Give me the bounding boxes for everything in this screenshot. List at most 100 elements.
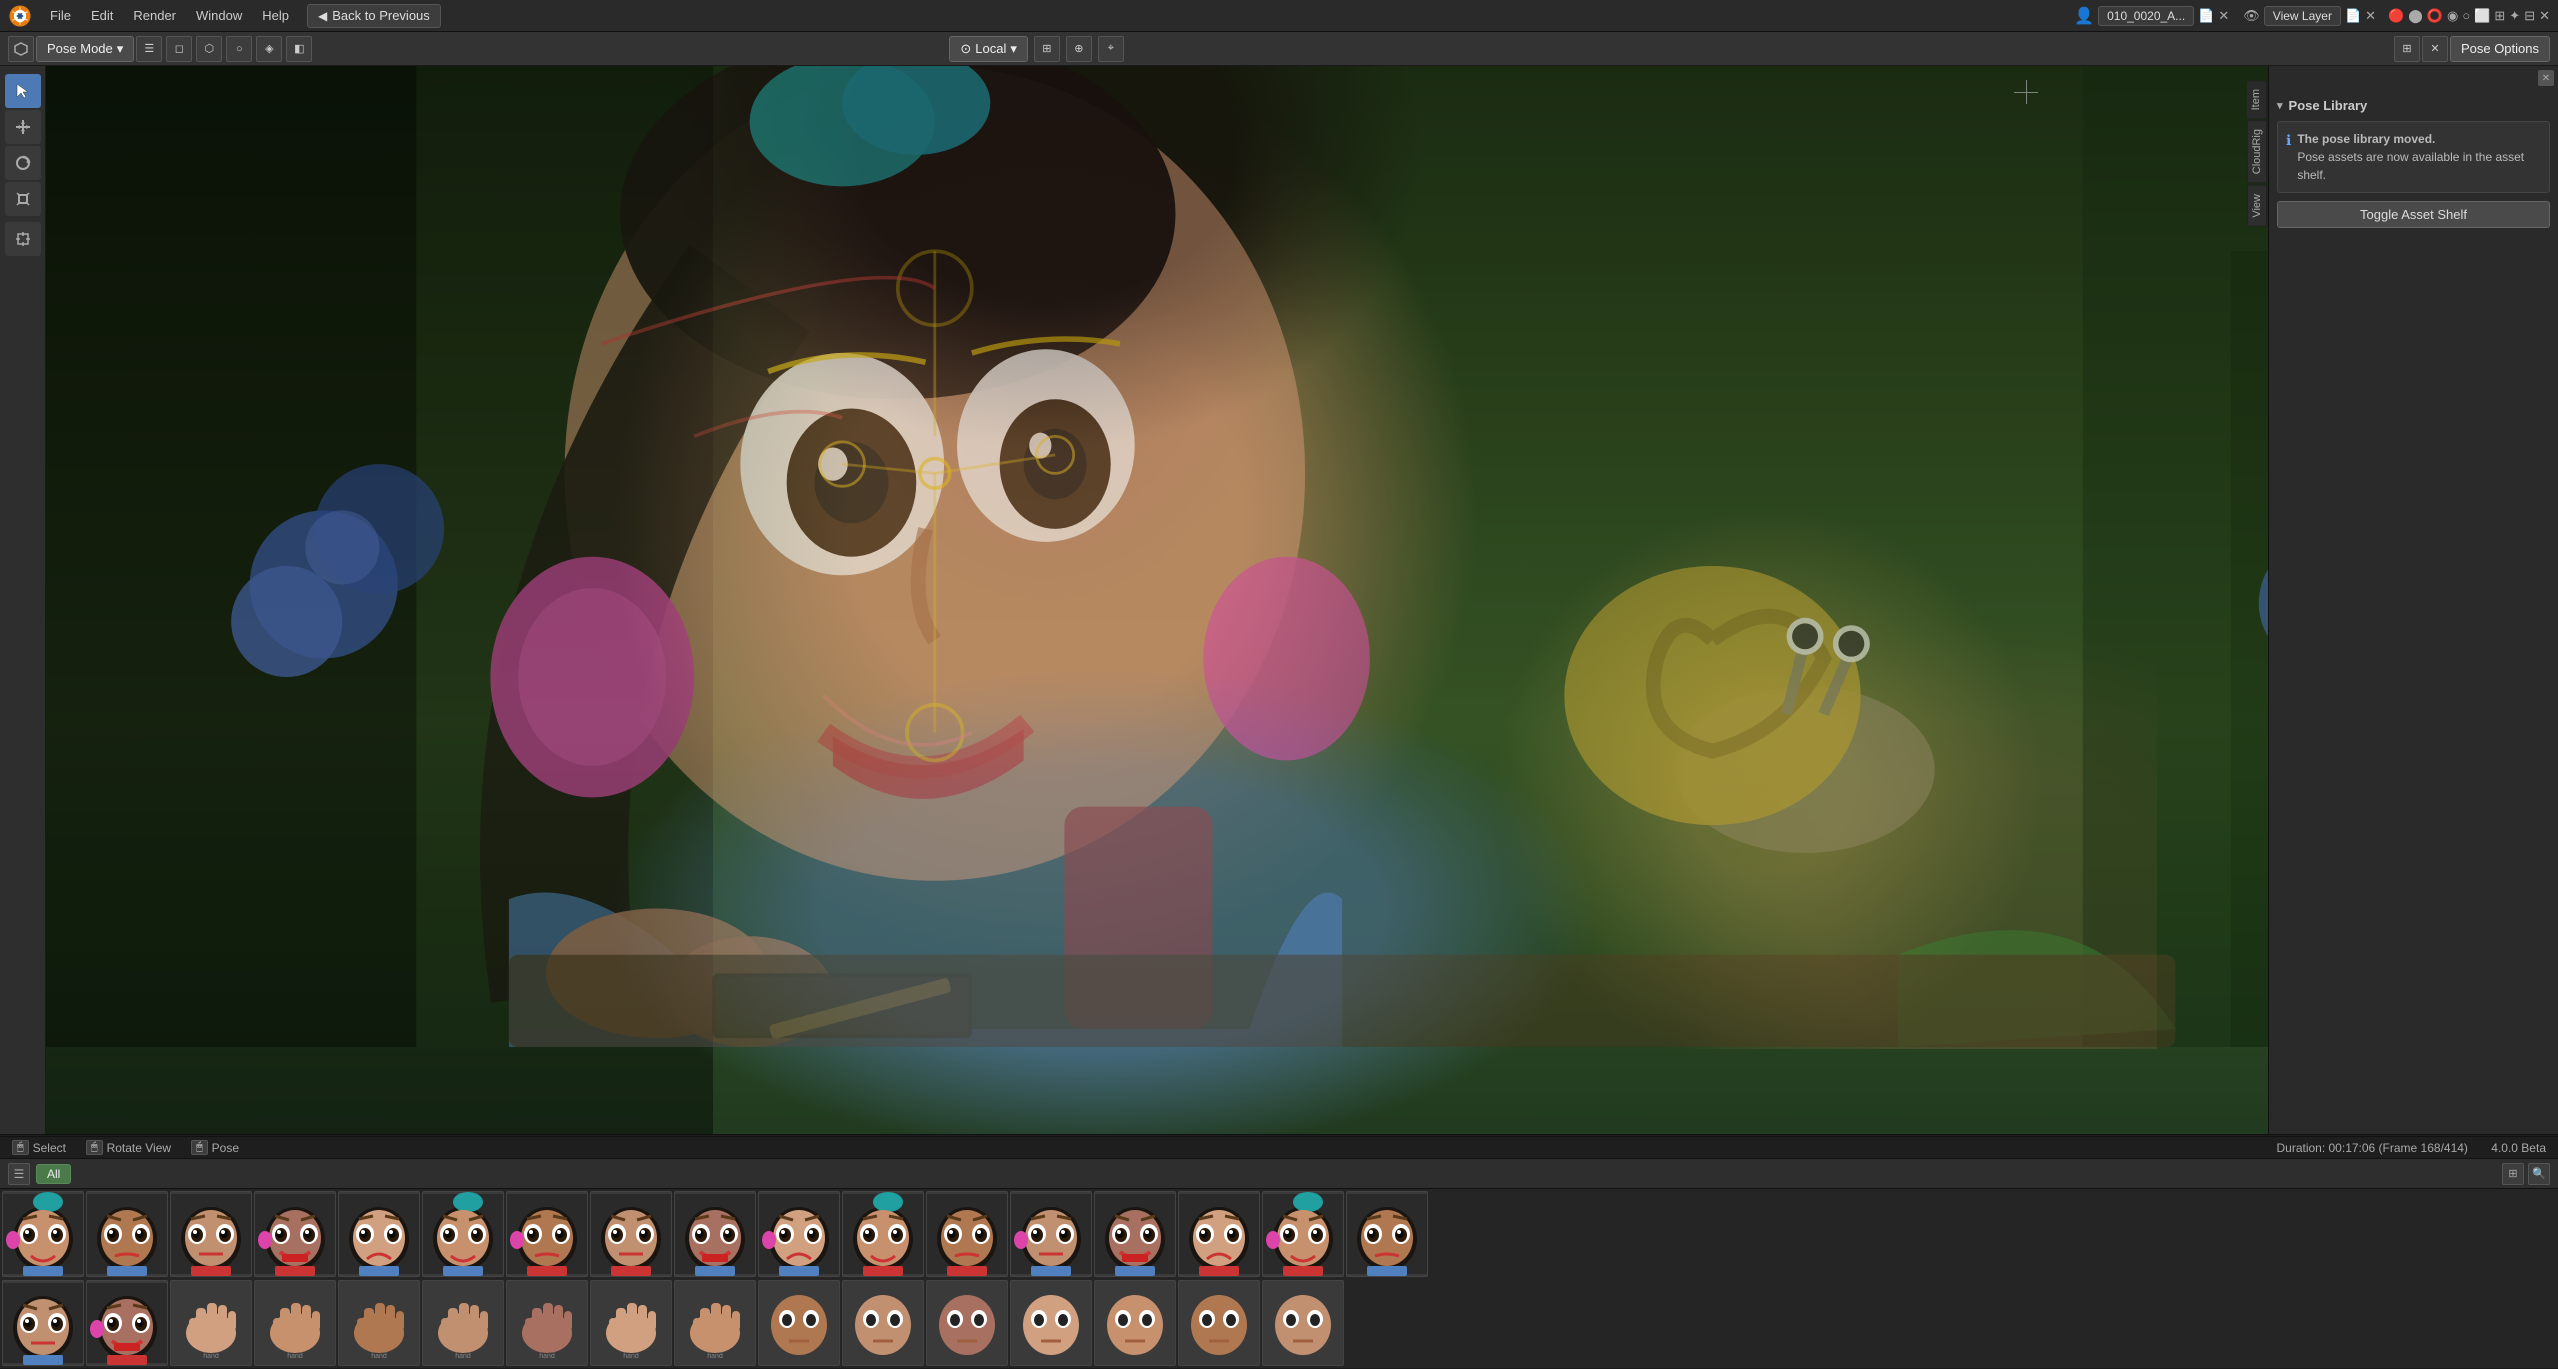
close-editor-btn[interactable]: ✕	[2422, 36, 2448, 62]
menu-window[interactable]: Window	[186, 0, 252, 32]
n-tab-view[interactable]: View	[2247, 185, 2267, 227]
asset-cell-r1-1[interactable]	[86, 1191, 168, 1277]
asset-cell-r2-0[interactable]	[2, 1280, 84, 1366]
info-icon: ℹ	[2286, 130, 2291, 184]
render-icon[interactable]: 🔴	[2388, 8, 2404, 24]
dropdown-arrow-icon: ▾	[117, 41, 124, 57]
menu-file[interactable]: File	[40, 0, 81, 32]
hamburger-menu-btn[interactable]: ☰	[136, 36, 162, 62]
transform-tool-btn[interactable]	[5, 222, 41, 256]
wire-shade-icon[interactable]: ○	[2462, 8, 2470, 23]
pose-mode-button[interactable]: Pose Mode ▾	[36, 36, 134, 62]
asset-cell-r1-11[interactable]	[926, 1191, 1008, 1277]
four-view-icon-btn[interactable]: ⊞	[2394, 36, 2420, 62]
asset-cell-r1-4[interactable]	[338, 1191, 420, 1277]
asset-cell-r1-7[interactable]	[590, 1191, 672, 1277]
asset-cell-r1-2[interactable]	[170, 1191, 252, 1277]
pivot-icon-btn[interactable]: ⊕	[1066, 36, 1092, 62]
n-tab-item[interactable]: Item	[2247, 80, 2267, 119]
asset-cell-r1-16[interactable]	[1346, 1191, 1428, 1277]
n-tab-cloudrig[interactable]: CloudRig	[2247, 120, 2267, 183]
asset-cell-r2-9[interactable]	[758, 1280, 840, 1366]
pose-options-button[interactable]: Pose Options	[2450, 36, 2550, 62]
menu-edit[interactable]: Edit	[81, 0, 123, 32]
overlay-icon[interactable]: ⊞	[2494, 8, 2505, 24]
3d-viewport[interactable]	[46, 66, 2268, 1158]
asset-cell-r1-8[interactable]	[674, 1191, 756, 1277]
asset-shelf-menu-btn[interactable]: ☰	[8, 1163, 30, 1185]
toolbar-circle[interactable]: ○	[226, 36, 252, 62]
asset-right-controls: ⊞ 🔍	[2502, 1163, 2550, 1185]
local-space-btn[interactable]: ⊙ Local ▾	[949, 36, 1028, 62]
n-panel-tabs: Item CloudRig View	[2247, 80, 2267, 226]
toolbar-icon5[interactable]: ◧	[286, 36, 312, 62]
scale-tool-btn[interactable]	[5, 182, 41, 216]
asset-cell-r2-15[interactable]	[1262, 1280, 1344, 1366]
local-label: Local	[975, 41, 1006, 56]
asset-cell-r1-6[interactable]	[506, 1191, 588, 1277]
asset-cell-r2-14[interactable]	[1178, 1280, 1260, 1366]
asset-cell-r2-11[interactable]	[926, 1280, 1008, 1366]
asset-cell-r1-15[interactable]	[1262, 1191, 1344, 1277]
status-select: 🖱 Select	[12, 1140, 66, 1155]
asset-cell-r1-9[interactable]	[758, 1191, 840, 1277]
back-to-previous-button[interactable]: ◀ Back to Previous	[307, 4, 441, 28]
toolbar-lasso[interactable]: ⬡	[196, 36, 222, 62]
toolbar-select-box[interactable]: ◻	[166, 36, 192, 62]
status-select-label: Select	[33, 1141, 66, 1155]
panel-collapse-arrow[interactable]: ▾	[2277, 99, 2283, 112]
mesh-icon-btn[interactable]	[8, 36, 34, 62]
snap-icon-btn[interactable]: ⌖	[1098, 36, 1124, 62]
status-rotate-label: Rotate View	[107, 1141, 171, 1155]
asset-cell-r1-14[interactable]	[1178, 1191, 1260, 1277]
asset-cell-r1-13[interactable]	[1094, 1191, 1176, 1277]
view-layer-badge: View Layer	[2264, 6, 2341, 26]
blender-logo[interactable]	[6, 2, 34, 30]
asset-cell-r2-2[interactable]: hand	[170, 1280, 252, 1366]
rotate-tool-btn[interactable]	[5, 146, 41, 180]
asset-cell-r2-13[interactable]	[1094, 1280, 1176, 1366]
asset-thumb-row-2: hand hand hand hand	[2, 1280, 2556, 1367]
solid-shade-icon[interactable]: ◉	[2447, 8, 2458, 24]
asset-cell-r1-0[interactable]	[2, 1191, 84, 1277]
center-controls: ⊙ Local ▾ ⊞ ⊕ ⌖	[949, 36, 1124, 62]
info-line2: Pose assets are now available in the ass…	[2297, 150, 2524, 182]
version-text: 4.0.0 Beta	[2491, 1141, 2546, 1155]
status-right-info: Duration: 00:17:06 (Frame 168/414) 4.0.0…	[2276, 1141, 2546, 1155]
asset-cell-r2-10[interactable]	[842, 1280, 924, 1366]
x-icon[interactable]: ✕	[2218, 8, 2229, 24]
asset-cell-r2-4[interactable]: hand	[338, 1280, 420, 1366]
close-panel-btn[interactable]: ✕	[2538, 70, 2554, 86]
material-ball-icon[interactable]: ⭕	[2427, 8, 2443, 24]
menu-render[interactable]: Render	[123, 0, 186, 32]
asset-grid-view-btn[interactable]: ⊞	[2502, 1163, 2524, 1185]
toolbar-icon4[interactable]: ◈	[256, 36, 282, 62]
asset-filter-all-btn[interactable]: All	[36, 1164, 71, 1184]
mode-selector-group: Pose Mode ▾ ☰	[8, 36, 162, 62]
asset-search-btn[interactable]: 🔍	[2528, 1163, 2550, 1185]
asset-cell-r2-3[interactable]: hand	[254, 1280, 336, 1366]
menu-help[interactable]: Help	[252, 0, 299, 32]
asset-cell-r1-3[interactable]	[254, 1191, 336, 1277]
viewport-shade-icon[interactable]: ⬤	[2408, 8, 2423, 24]
transform-icon-btn[interactable]: ⊞	[1034, 36, 1060, 62]
cursor-tool-btn[interactable]	[5, 74, 41, 108]
filename-text: 010_0020_A...	[2107, 9, 2185, 23]
toggle-asset-shelf-button[interactable]: Toggle Asset Shelf	[2277, 201, 2550, 228]
asset-cell-r2-12[interactable]	[1010, 1280, 1092, 1366]
move-tool-btn[interactable]	[5, 110, 41, 144]
asset-cell-r1-10[interactable]	[842, 1191, 924, 1277]
asset-cell-r2-6[interactable]: hand	[506, 1280, 588, 1366]
asset-cell-r1-5[interactable]	[422, 1191, 504, 1277]
asset-cell-r1-12[interactable]	[1010, 1191, 1092, 1277]
asset-cell-r2-7[interactable]: hand	[590, 1280, 672, 1366]
gizmo-icon[interactable]: ✦	[2509, 8, 2520, 24]
asset-cell-r2-5[interactable]: hand	[422, 1280, 504, 1366]
rendered-shade-icon[interactable]: ⬜	[2474, 8, 2490, 24]
x3-icon[interactable]: ✕	[2539, 8, 2550, 24]
x2-icon[interactable]: ✕	[2365, 8, 2376, 24]
asset-cell-r2-1[interactable]	[86, 1280, 168, 1366]
viewport-layout-icon[interactable]: ⊟	[2524, 8, 2535, 24]
asset-cell-r2-8[interactable]: hand	[674, 1280, 756, 1366]
status-pose: 🖱 Pose	[191, 1140, 239, 1155]
